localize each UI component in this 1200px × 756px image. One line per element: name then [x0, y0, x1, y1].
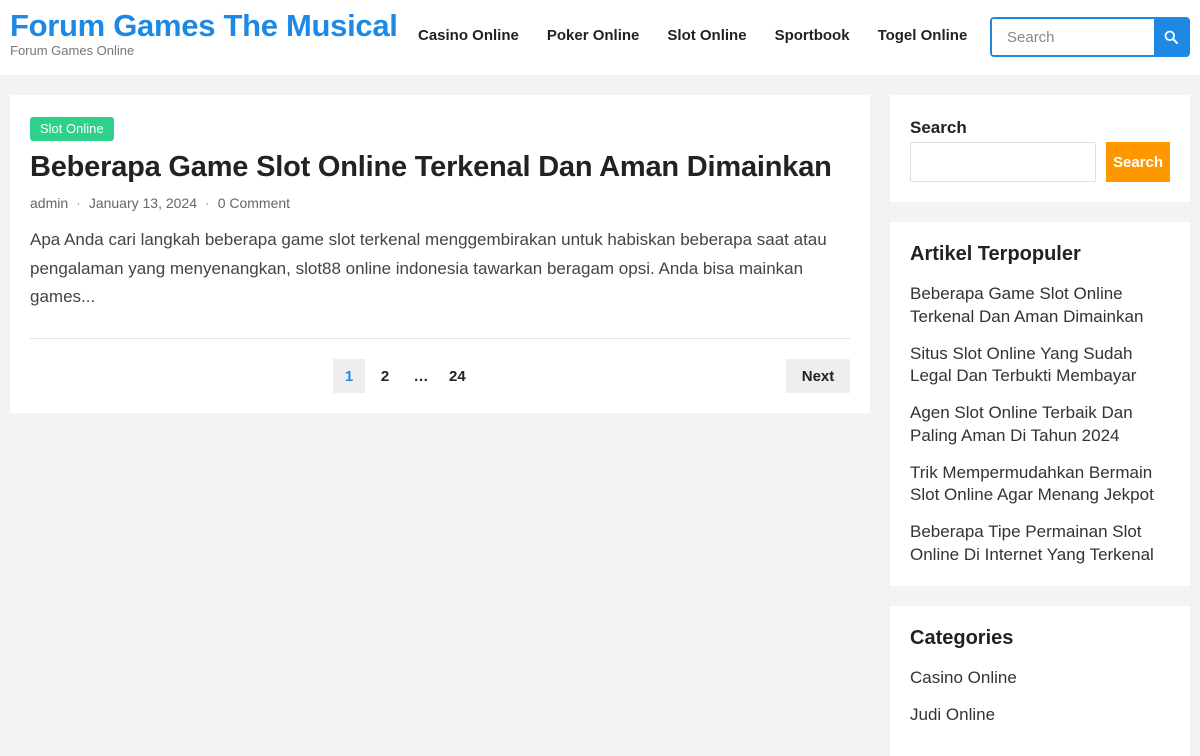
page-24[interactable]: 24 — [441, 359, 474, 393]
widget-title: Artikel Terpopuler — [910, 243, 1081, 265]
header-search-button[interactable] — [1154, 19, 1188, 55]
post-date[interactable]: January 13, 2024 — [89, 194, 197, 212]
categories-list: Casino Online Judi Online — [910, 667, 1017, 741]
nav-item-togel-online[interactable]: Togel Online — [878, 27, 968, 45]
meta-separator: · — [205, 195, 210, 211]
main-nav: Casino Online Poker Online Slot Online S… — [418, 27, 995, 45]
header-search — [990, 17, 1190, 57]
nav-item-sportbook[interactable]: Sportbook — [775, 27, 850, 45]
page-1[interactable]: 1 — [333, 359, 365, 393]
popular-article-link[interactable]: Beberapa Game Slot Online Terkenal Dan A… — [910, 283, 1175, 328]
meta-separator: · — [76, 195, 81, 211]
site-header: Forum Games The Musical Forum Games Onli… — [0, 0, 1200, 75]
post-comments[interactable]: 0 Comment — [218, 194, 290, 212]
popular-article-link[interactable]: Beberapa Tipe Permainan Slot Online Di I… — [910, 521, 1175, 566]
post-card: Slot Online Beberapa Game Slot Online Te… — [10, 95, 870, 413]
post-meta: admin · January 13, 2024 · 0 Comment — [30, 194, 290, 212]
sidebar-search-input[interactable] — [910, 142, 1096, 182]
nav-item-slot-online[interactable]: Slot Online — [667, 27, 746, 45]
nav-item-casino-online[interactable]: Casino Online — [418, 27, 519, 45]
popular-list: Beberapa Game Slot Online Terkenal Dan A… — [910, 283, 1175, 581]
nav-item-poker-online[interactable]: Poker Online — [547, 27, 640, 45]
sidebar-search-widget: Search Search — [890, 95, 1190, 202]
post-author[interactable]: admin — [30, 194, 68, 212]
widget-title: Categories — [910, 627, 1014, 649]
post-title[interactable]: Beberapa Game Slot Online Terkenal Dan A… — [30, 147, 832, 187]
page-ellipsis: … — [413, 367, 429, 385]
next-page-button[interactable]: Next — [786, 359, 850, 393]
popular-articles-widget: Artikel Terpopuler Beberapa Game Slot On… — [890, 222, 1190, 586]
pagination: 1 2 … 24 — [333, 359, 478, 393]
category-link[interactable]: Casino Online — [910, 667, 1017, 689]
category-link[interactable]: Judi Online — [910, 704, 1017, 726]
divider — [30, 338, 850, 339]
category-badge[interactable]: Slot Online — [30, 117, 114, 141]
sidebar-search-button[interactable]: Search — [1106, 142, 1170, 182]
post-excerpt: Apa Anda cari langkah beberapa game slot… — [30, 230, 827, 306]
page-2[interactable]: 2 — [369, 359, 401, 393]
widget-title: Search — [910, 118, 967, 137]
search-icon — [1164, 30, 1178, 44]
popular-article-link[interactable]: Situs Slot Online Yang Sudah Legal Dan T… — [910, 343, 1175, 388]
popular-article-link[interactable]: Trik Mempermudahkan Bermain Slot Online … — [910, 462, 1175, 507]
site-title[interactable]: Forum Games The Musical — [10, 8, 398, 44]
categories-widget: Categories Casino Online Judi Online — [890, 606, 1190, 756]
popular-article-link[interactable]: Agen Slot Online Terbaik Dan Paling Aman… — [910, 402, 1175, 447]
header-search-input[interactable] — [992, 19, 1154, 55]
brand: Forum Games The Musical Forum Games Onli… — [10, 8, 398, 58]
site-tagline: Forum Games Online — [10, 43, 135, 58]
